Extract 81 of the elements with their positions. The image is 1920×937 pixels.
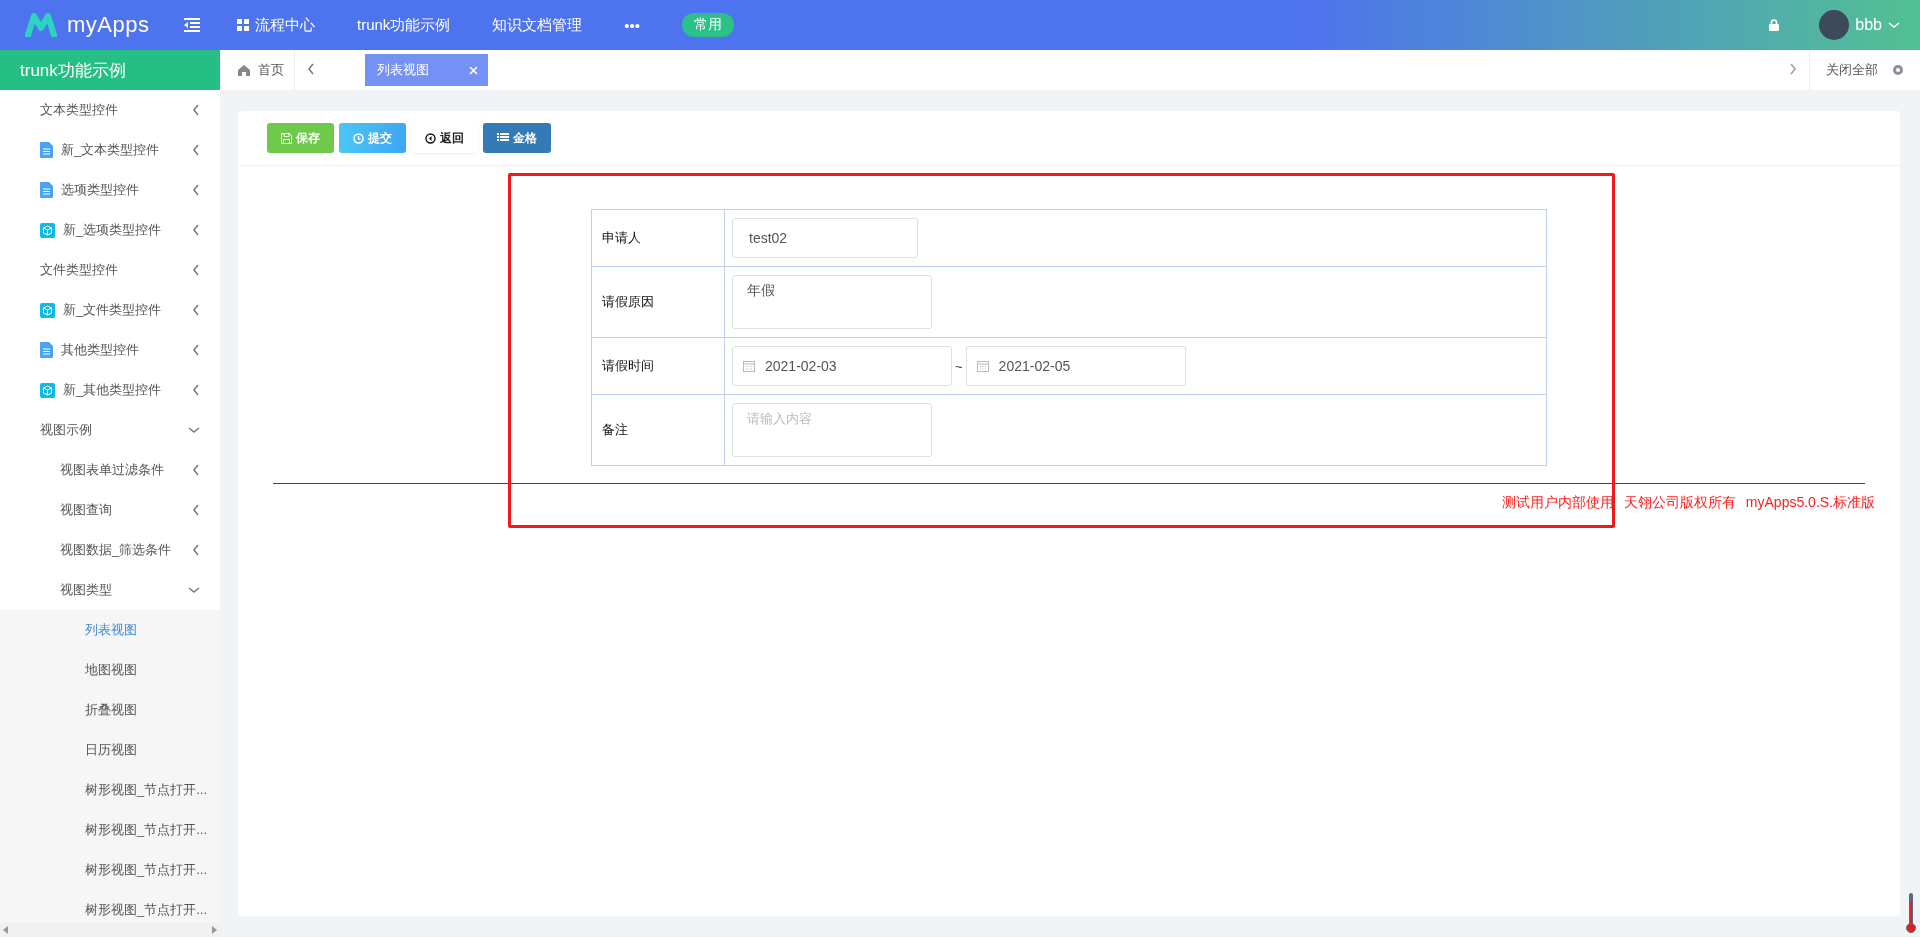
toolbar-button[interactable]: 返回: [411, 123, 478, 153]
sidebar-item[interactable]: 新_选项类型控件: [0, 210, 220, 250]
scroll-right-icon[interactable]: [211, 926, 217, 934]
date-field[interactable]: 2021-02-03: [732, 346, 952, 386]
sidebar-item[interactable]: 视图数据_筛选条件: [0, 530, 220, 570]
field-label: 申请人: [591, 209, 725, 267]
chevron-down-icon: [188, 426, 200, 434]
chevron-left-icon: [192, 264, 200, 276]
chevron-left-icon: [192, 304, 200, 316]
sidebar-item[interactable]: 折叠视图: [0, 690, 220, 730]
sidebar-item[interactable]: 新_文本类型控件: [0, 130, 220, 170]
chevron-left-icon: [192, 184, 200, 196]
calendar-icon: [976, 360, 989, 372]
chevron-down-icon: [188, 586, 200, 594]
chevron-left-icon: [192, 544, 200, 556]
sidebar-item[interactable]: 视图表单过滤条件: [0, 450, 220, 490]
settings-icon[interactable]: [1892, 64, 1904, 76]
sidebar-item[interactable]: 地图视图: [0, 650, 220, 690]
sidebar-item[interactable]: 文本类型控件: [0, 90, 220, 130]
nav-link[interactable]: 流程中心: [237, 15, 315, 35]
input-field[interactable]: test02: [732, 218, 918, 258]
home-tab[interactable]: 首页: [220, 50, 295, 90]
field-label: 备注: [591, 394, 725, 466]
sidebar-item[interactable]: 其他类型控件: [0, 330, 220, 370]
lock-icon[interactable]: [1769, 19, 1780, 31]
sidebar-item[interactable]: 树形视图_节点打开...: [0, 770, 220, 810]
sidebar-item[interactable]: 文件类型控件: [0, 250, 220, 290]
brand-name: myApps: [67, 12, 150, 38]
back-icon: [425, 132, 436, 144]
clock-icon: [353, 132, 364, 144]
close-all-link[interactable]: 关闭全部: [1826, 61, 1878, 79]
chevron-left-icon: [192, 384, 200, 396]
floppy-icon: [281, 132, 292, 144]
nav-link[interactable]: •••: [624, 16, 641, 34]
sidebar-item[interactable]: 列表视图: [0, 610, 220, 650]
thermometer-icon[interactable]: [1906, 893, 1916, 933]
menu-icon[interactable]: [183, 18, 201, 32]
sidebar-item[interactable]: 日历视图: [0, 730, 220, 770]
cube-icon: [40, 222, 55, 238]
nav-link[interactable]: trunk功能示例: [357, 15, 451, 35]
chevron-left-icon: [192, 504, 200, 516]
toolbar-button[interactable]: 金格: [483, 123, 551, 153]
sidebar-item[interactable]: 树形视图_节点打开...: [0, 890, 220, 923]
field-label: 请假时间: [591, 337, 725, 395]
document-icon: [40, 142, 53, 158]
calendar-icon: [743, 360, 755, 372]
cube-icon: [40, 302, 55, 318]
document-icon: [40, 342, 53, 358]
logo-icon: [25, 13, 57, 37]
cube-icon: [40, 382, 55, 398]
field-label: 请假原因: [591, 266, 725, 338]
chevron-right-icon[interactable]: [1789, 62, 1797, 75]
date-field[interactable]: 2021-02-05: [965, 346, 1186, 386]
chevron-left-icon: [192, 144, 200, 156]
home-icon: [238, 64, 250, 76]
avatar[interactable]: [1819, 10, 1850, 40]
range-separator: ~: [955, 358, 963, 374]
sidebar-item[interactable]: 选项类型控件: [0, 170, 220, 210]
sidebar-item[interactable]: 新_文件类型控件: [0, 290, 220, 330]
scroll-left-icon[interactable]: [3, 926, 9, 934]
close-icon[interactable]: [469, 65, 478, 75]
sidebar-title: trunk功能示例: [0, 50, 220, 90]
chevron-left-icon: [192, 464, 200, 476]
copyright-text: 测试用户内部使用 天翎公司版权所有 myApps5.0.S.标准版: [1501, 493, 1876, 512]
sidebar-item[interactable]: 视图示例: [0, 410, 220, 450]
list-icon: [497, 133, 509, 143]
sidebar-item[interactable]: 新_其他类型控件: [0, 370, 220, 410]
sidebar-item[interactable]: 树形视图_节点打开...: [0, 850, 220, 890]
chevron-left-icon: [192, 224, 200, 236]
sidebar-item[interactable]: 视图类型: [0, 570, 220, 610]
chevron-left-icon: [192, 104, 200, 116]
chevron-left-icon: [192, 344, 200, 356]
document-icon: [40, 182, 53, 198]
sidebar-item[interactable]: 树形视图_节点打开...: [0, 810, 220, 850]
scrollbar[interactable]: [0, 923, 220, 937]
scroll-left-icon: [307, 62, 315, 75]
textarea-field[interactable]: 年假: [732, 275, 932, 329]
nav-link[interactable]: 知识文档管理: [492, 15, 583, 35]
grid-icon: [237, 19, 249, 31]
sidebar-item[interactable]: 视图查询: [0, 490, 220, 530]
chevron-down-icon: [1888, 21, 1900, 29]
